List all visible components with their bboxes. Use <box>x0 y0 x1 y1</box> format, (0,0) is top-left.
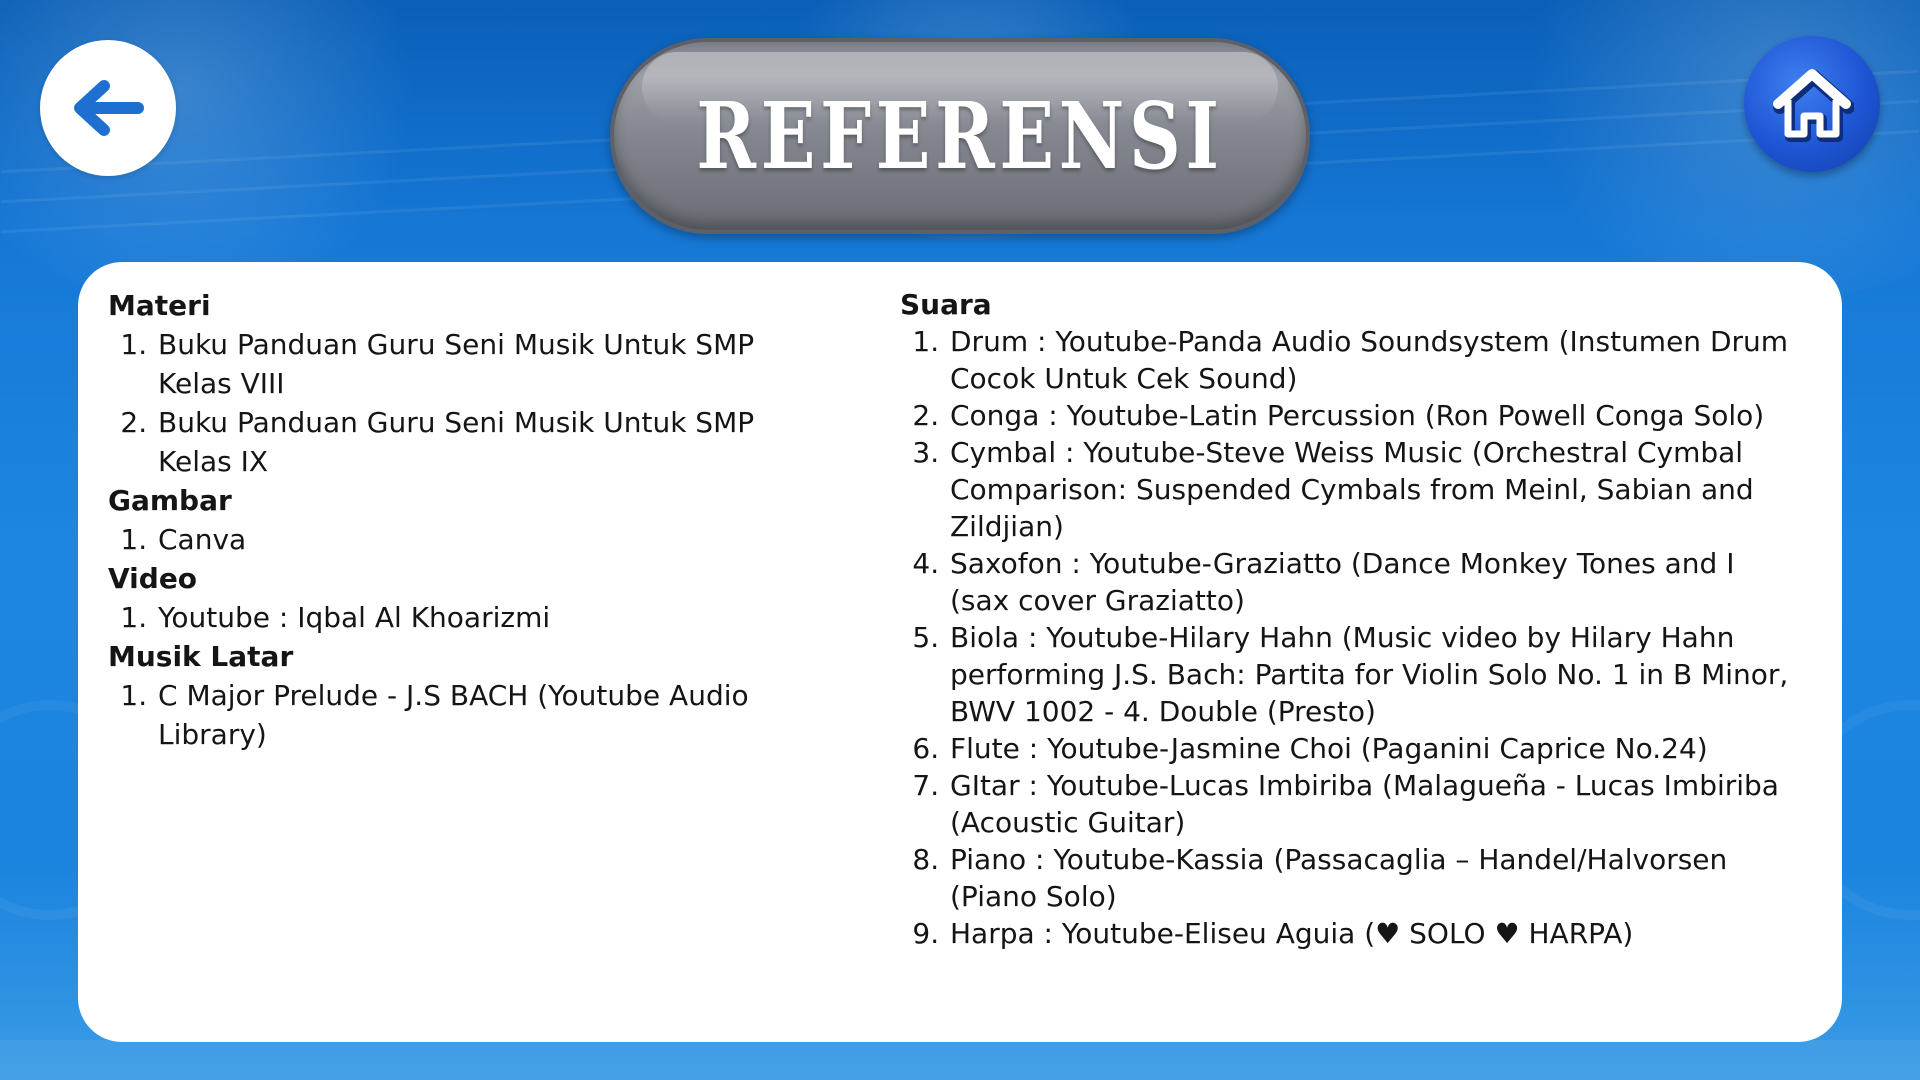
gambar-list: Canva <box>108 520 768 559</box>
list-item: Canva <box>156 520 768 559</box>
home-icon <box>1773 69 1854 142</box>
references-panel: Materi Buku Panduan Guru Seni Musik Untu… <box>78 262 1842 1042</box>
list-item: Buku Panduan Guru Seni Musik Untuk SMP K… <box>156 403 768 481</box>
materi-list: Buku Panduan Guru Seni Musik Untuk SMP K… <box>108 325 768 481</box>
section-heading-musik-latar: Musik Latar <box>108 640 294 673</box>
list-item: Biola : Youtube-Hilary Hahn (Music video… <box>948 619 1790 730</box>
section-heading-suara: Suara <box>900 288 992 321</box>
arrow-left-icon <box>74 80 144 136</box>
title-banner: REFERENSI <box>610 38 1310 234</box>
list-item: Harpa : Youtube-Eliseu Aguia (♥ SOLO ♥ H… <box>948 915 1790 952</box>
list-item: C Major Prelude - J.S BACH (Youtube Audi… <box>156 676 768 754</box>
list-item: Flute : Youtube-Jasmine Choi (Paganini C… <box>948 730 1790 767</box>
list-item: GItar : Youtube-Lucas Imbiriba (Malagueñ… <box>948 767 1790 841</box>
back-button[interactable] <box>40 40 176 176</box>
list-item: Saxofon : Youtube-Graziatto (Dance Monke… <box>948 545 1790 619</box>
video-list: Youtube : Iqbal Al Khoarizmi <box>108 598 768 637</box>
suara-list: Drum : Youtube-Panda Audio Soundsystem (… <box>900 323 1790 952</box>
musik-latar-list: C Major Prelude - J.S BACH (Youtube Audi… <box>108 676 768 754</box>
list-item: Conga : Youtube-Latin Percussion (Ron Po… <box>948 397 1790 434</box>
list-item: Buku Panduan Guru Seni Musik Untuk SMP K… <box>156 325 768 403</box>
list-item: Piano : Youtube-Kassia (Passacaglia – Ha… <box>948 841 1790 915</box>
list-item: Cymbal : Youtube-Steve Weiss Music (Orch… <box>948 434 1790 545</box>
left-column: Materi Buku Panduan Guru Seni Musik Untu… <box>108 286 768 754</box>
section-heading-video: Video <box>108 562 198 595</box>
section-heading-gambar: Gambar <box>108 484 232 517</box>
page-title: REFERENSI <box>696 82 1224 190</box>
right-column: Suara Drum : Youtube-Panda Audio Soundsy… <box>900 286 1790 952</box>
list-item: Youtube : Iqbal Al Khoarizmi <box>156 598 768 637</box>
section-heading-materi: Materi <box>108 289 211 322</box>
home-button[interactable] <box>1744 36 1880 172</box>
stage-floor <box>0 1040 1920 1080</box>
list-item: Drum : Youtube-Panda Audio Soundsystem (… <box>948 323 1790 397</box>
